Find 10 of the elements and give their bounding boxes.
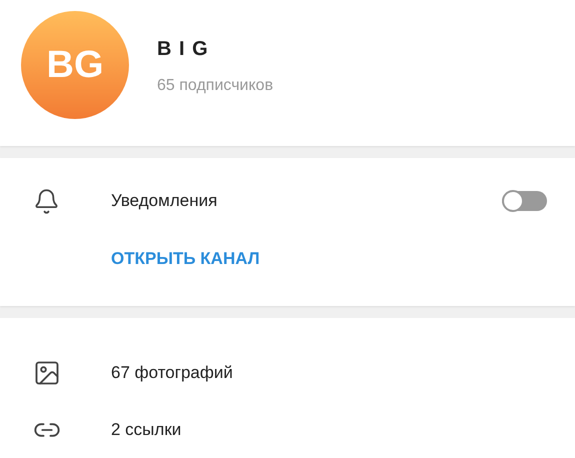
image-icon xyxy=(33,358,61,386)
channel-title: B I G xyxy=(157,37,210,62)
channel-avatar: BG xyxy=(21,11,129,119)
notifications-label: Уведомления xyxy=(111,190,218,212)
media-item[interactable]: 2 ссылки xyxy=(111,416,182,442)
media-item[interactable]: 67 фотографий xyxy=(111,360,233,386)
notifications-toggle[interactable] xyxy=(502,191,547,211)
bell-icon xyxy=(33,188,60,214)
open-channel-link[interactable]: ОТКРЫТЬ КАНАЛ xyxy=(111,246,260,272)
subscriber-count: 65 подписчиков xyxy=(157,76,274,96)
